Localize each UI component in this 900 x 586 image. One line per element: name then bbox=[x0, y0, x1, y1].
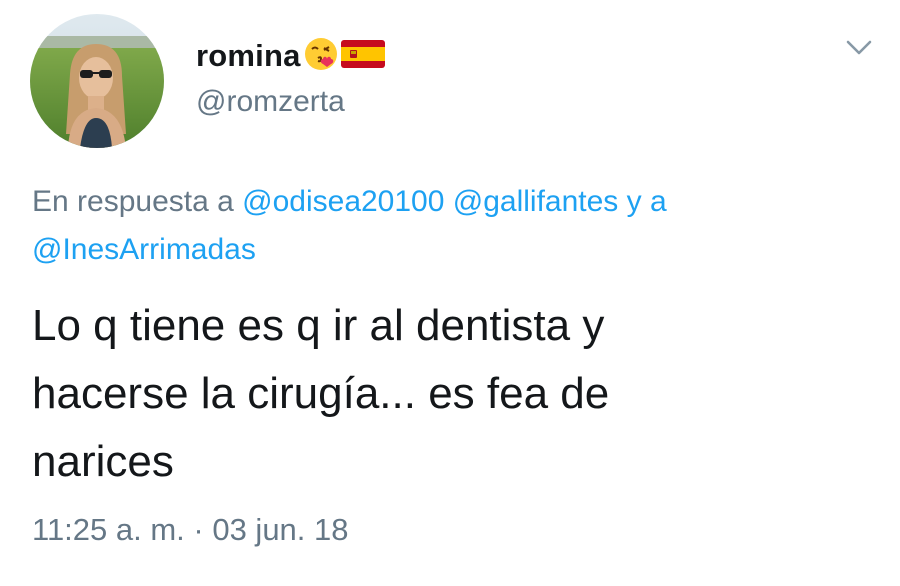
avatar[interactable] bbox=[30, 14, 164, 148]
chevron-down-icon[interactable] bbox=[842, 32, 876, 62]
reply-context: En respuesta a @odisea20100 @gallifantes… bbox=[32, 178, 882, 274]
tweet: romina @romzerta En respuesta a @odisea2… bbox=[0, 0, 900, 586]
kissing-face-emoji-icon bbox=[303, 36, 339, 77]
display-name-row[interactable]: romina bbox=[196, 36, 385, 76]
tweet-text-line-2: hacerse la cirugía... es fea de bbox=[32, 369, 610, 418]
tweet-text: Lo q tiene es q ir al dentista y hacerse… bbox=[32, 292, 882, 496]
reply-prefix: En respuesta a bbox=[32, 185, 234, 218]
reply-conjunction: y a bbox=[626, 185, 667, 218]
mention-link-inesarrimadas[interactable]: @InesArrimadas bbox=[32, 233, 256, 266]
user-handle[interactable]: @romzerta bbox=[196, 85, 345, 119]
tweet-text-line-3: narices bbox=[32, 437, 174, 486]
display-name: romina bbox=[196, 38, 301, 73]
tweet-text-line-1: Lo q tiene es q ir al dentista y bbox=[32, 301, 605, 350]
tweet-timestamp[interactable]: 11:25 a. m. · 03 jun. 18 bbox=[32, 512, 349, 548]
mention-link-odisea20100[interactable]: @odisea20100 bbox=[242, 185, 444, 218]
spain-flag-icon bbox=[340, 38, 385, 75]
avatar-image bbox=[30, 14, 164, 148]
mention-link-gallifantes[interactable]: @gallifantes bbox=[453, 185, 619, 218]
